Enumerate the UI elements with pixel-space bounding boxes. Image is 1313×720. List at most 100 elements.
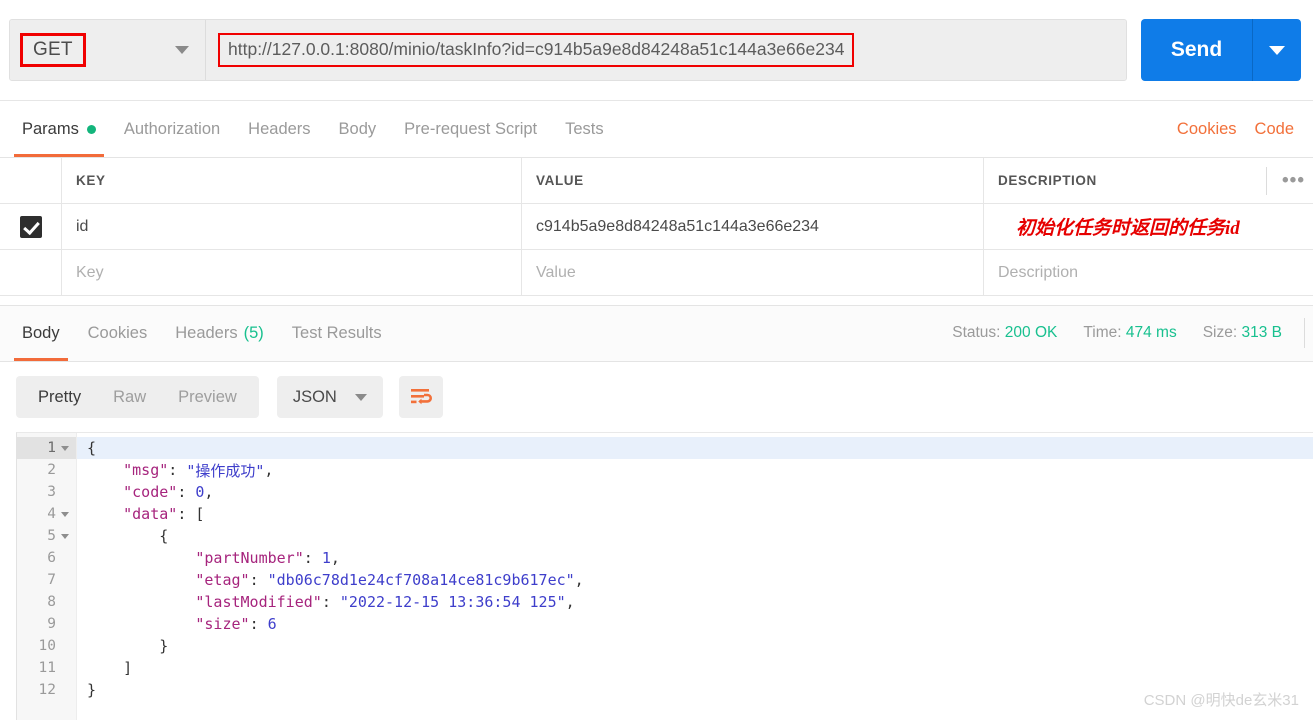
tab-headers[interactable]: Headers: [234, 101, 324, 157]
code-token: "msg": [123, 461, 169, 479]
line-number: 2: [47, 462, 56, 478]
line-number: 6: [47, 550, 56, 566]
fold-toggle-icon[interactable]: [61, 445, 69, 451]
tab-response-cookies[interactable]: Cookies: [74, 305, 162, 361]
tab-params[interactable]: Params: [8, 101, 110, 157]
code-line: ]: [77, 657, 1313, 679]
tab-response-body-label: Body: [22, 323, 60, 342]
code-token: 6: [267, 615, 277, 633]
send-button[interactable]: Send: [1141, 19, 1253, 81]
code-token: ,: [264, 461, 274, 479]
postman-window: GET http://127.0.0.1:8080/minio/taskInfo…: [0, 0, 1313, 720]
view-mode-pretty[interactable]: Pretty: [22, 376, 97, 418]
code-line: "code": 0,: [77, 481, 1313, 503]
method-url-group: GET http://127.0.0.1:8080/minio/taskInfo…: [9, 19, 1127, 81]
tab-headers-label: Headers: [248, 119, 311, 138]
header-value: VALUE: [522, 158, 984, 204]
line-number: 1: [17, 437, 76, 459]
size-value: 313 B: [1241, 324, 1282, 341]
chevron-down-icon: [175, 46, 189, 54]
code-token: }: [87, 681, 97, 699]
tab-pre-request-script-label: Pre-request Script: [404, 119, 538, 138]
view-mode-preview[interactable]: Preview: [162, 376, 253, 418]
code-token: ,: [330, 549, 340, 567]
code-token: {: [87, 527, 169, 545]
code-line: }: [77, 679, 1313, 701]
response-meta: Status: 200 OK Time: 474 ms Size: 313 B: [926, 305, 1313, 361]
tab-test-results-label: Test Results: [291, 323, 382, 342]
row-description-placeholder: Description: [998, 263, 1079, 281]
code-link[interactable]: Code: [1246, 120, 1303, 139]
row-key-placeholder: Key: [76, 263, 104, 281]
annotation-text: 初始化任务时返回的任务id: [1016, 218, 1240, 239]
row-value-input[interactable]: Value: [522, 250, 984, 296]
header-checkbox-cell: [0, 158, 62, 204]
view-mode-group: Pretty Raw Preview: [16, 376, 259, 418]
header-description: DESCRIPTION: [998, 173, 1097, 188]
word-wrap-icon: [410, 389, 432, 405]
tab-body[interactable]: Body: [325, 101, 391, 157]
tab-test-results[interactable]: Test Results: [278, 305, 396, 361]
time-value: 474 ms: [1125, 324, 1177, 341]
request-tab-actions: Cookies Code: [1168, 101, 1313, 157]
response-headers-count: (5): [243, 323, 264, 342]
tab-authorization[interactable]: Authorization: [110, 101, 234, 157]
send-options-button[interactable]: [1253, 19, 1301, 81]
row-key-input[interactable]: id: [62, 204, 522, 250]
code-line: {: [77, 437, 1313, 459]
format-selector[interactable]: JSON: [276, 376, 383, 418]
code-token: {: [87, 439, 97, 457]
cookies-link[interactable]: Cookies: [1168, 120, 1246, 139]
row-value-placeholder: Value: [536, 263, 576, 281]
code-token: ,: [565, 593, 575, 611]
code-token: "2022-12-15 13:36:54 125": [339, 593, 566, 611]
code-token: "data": [123, 505, 178, 523]
http-method-selector[interactable]: GET: [10, 20, 206, 80]
query-params-table: KEY VALUE DESCRIPTION ••• id c914b5a9e8d…: [0, 158, 1313, 296]
row-description-input[interactable]: 初始化任务时返回的任务id: [984, 204, 1313, 250]
code-token: 0: [195, 483, 205, 501]
header-key: KEY: [62, 158, 522, 204]
chevron-down-icon: [354, 393, 367, 401]
row-checkbox-cell[interactable]: [0, 204, 62, 250]
url-input[interactable]: http://127.0.0.1:8080/minio/taskInfo?id=…: [206, 20, 1126, 80]
row-description-input[interactable]: Description: [984, 250, 1313, 296]
code-line: }: [77, 635, 1313, 657]
response-body-toolbar: Pretty Raw Preview JSON: [0, 362, 1313, 432]
fold-toggle-icon[interactable]: [61, 511, 69, 517]
header-divider: [1266, 167, 1267, 195]
code-token: "size": [195, 615, 250, 633]
tab-pre-request-script[interactable]: Pre-request Script: [390, 101, 551, 157]
code-token: ,: [204, 483, 214, 501]
code-token: 1: [321, 549, 331, 567]
json-code-area[interactable]: { "msg": "操作成功", "code": 0, "data": [ { …: [77, 433, 1313, 720]
tab-response-body[interactable]: Body: [8, 305, 74, 361]
checkbox-checked-icon[interactable]: [19, 215, 42, 238]
line-number: 9: [47, 616, 56, 632]
code-line: "lastModified": "2022-12-15 13:36:54 125…: [77, 591, 1313, 613]
row-key-input[interactable]: Key: [62, 250, 522, 296]
time-label: Time:: [1083, 324, 1122, 341]
row-value-input[interactable]: c914b5a9e8d84248a51c144a3e66e234: [522, 204, 984, 250]
table-row: Key Value Description: [0, 250, 1313, 296]
code-line: {: [77, 525, 1313, 547]
row-checkbox-cell[interactable]: [0, 250, 62, 296]
size-label: Size:: [1202, 324, 1238, 341]
line-number: 8: [47, 594, 56, 610]
bulk-edit-more-icon[interactable]: •••: [1282, 170, 1305, 192]
tab-body-label: Body: [338, 119, 377, 138]
code-token: :: [249, 571, 268, 589]
fold-toggle-icon[interactable]: [61, 533, 69, 539]
response-body-viewer[interactable]: 1 2 3 4 5 6 7 8 9 10 11 12 { "msg": "操作成功", "code":…: [16, 432, 1313, 720]
tab-response-headers[interactable]: Headers (5): [161, 305, 278, 361]
line-number: 7: [47, 572, 56, 588]
tab-tests[interactable]: Tests: [551, 101, 618, 157]
row-value-text: c914b5a9e8d84248a51c144a3e66e234: [536, 217, 819, 235]
view-mode-raw[interactable]: Raw: [97, 376, 162, 418]
code-token: ]: [87, 659, 133, 677]
word-wrap-button[interactable]: [398, 376, 443, 418]
meta-divider: [1304, 318, 1305, 348]
